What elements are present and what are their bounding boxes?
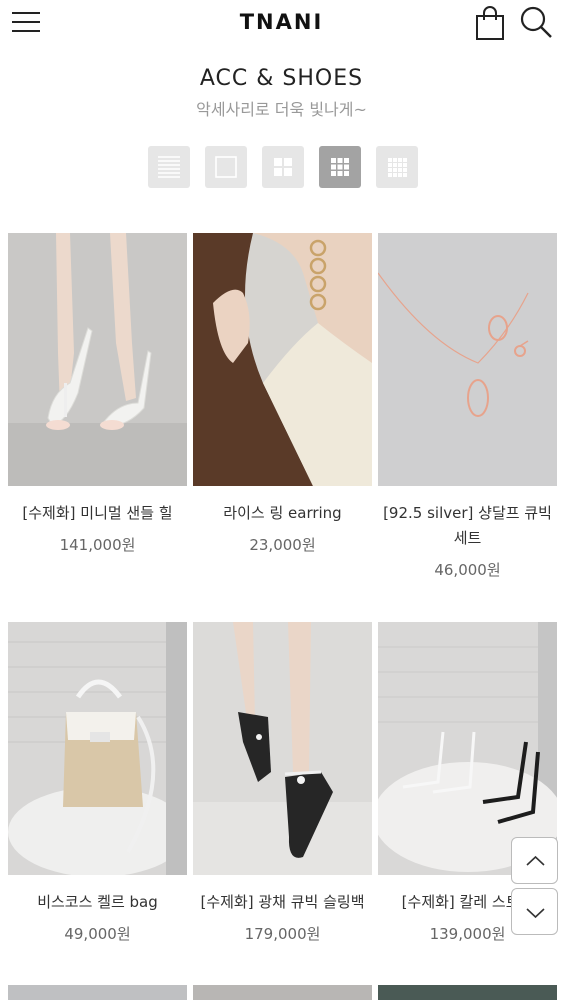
product-image-sandal-heels[interactable] <box>8 233 187 486</box>
product-name[interactable]: 비스코스 켈르 bag <box>6 890 189 915</box>
product-image-silver-set[interactable] <box>378 233 557 486</box>
product-price: 46,000원 <box>434 561 501 579</box>
chevron-down-icon <box>526 908 545 919</box>
product-name[interactable]: [수제화] 미니멀 샌들 힐 <box>6 501 189 526</box>
product-image-partial[interactable] <box>8 985 187 1000</box>
shopping-bag-icon[interactable] <box>474 5 506 41</box>
grid-2-view-button[interactable] <box>262 146 304 188</box>
category-title: ACC & SHOES <box>199 66 364 91</box>
product-image-earring[interactable] <box>193 233 372 486</box>
grid-4-icon <box>388 158 407 177</box>
top-header: TNANI <box>0 0 563 46</box>
product-name[interactable]: [수제화] 광채 큐빅 슬링백 <box>191 890 374 915</box>
grid-3-view-button[interactable] <box>319 146 361 188</box>
product-image-bag[interactable] <box>8 622 187 875</box>
product-image-partial[interactable] <box>378 985 557 1000</box>
product-image-partial[interactable] <box>193 985 372 1000</box>
product-price: 23,000원 <box>249 536 316 554</box>
scroll-down-button[interactable] <box>511 888 558 935</box>
category-subtitle: 악세사리로 더욱 빛나게~ <box>196 100 367 119</box>
single-view-button[interactable] <box>205 146 247 188</box>
scroll-up-button[interactable] <box>511 837 558 884</box>
product-price: 179,000원 <box>244 925 321 943</box>
list-view-button[interactable] <box>148 146 190 188</box>
grid-4-view-button[interactable] <box>376 146 418 188</box>
search-icon[interactable] <box>519 4 553 40</box>
view-mode-toggles <box>148 146 420 188</box>
product-name[interactable]: [92.5 silver] 샹달프 큐빅 세트 <box>376 501 559 551</box>
single-view-icon <box>215 156 237 178</box>
chevron-up-icon <box>526 855 545 866</box>
grid-2-icon <box>274 158 292 176</box>
grid-3-icon <box>331 158 349 176</box>
product-name[interactable]: 라이스 링 earring <box>191 501 374 526</box>
product-price: 49,000원 <box>64 925 131 943</box>
list-view-icon <box>158 156 180 178</box>
product-price: 141,000원 <box>59 536 136 554</box>
product-image-slingback[interactable] <box>193 622 372 875</box>
